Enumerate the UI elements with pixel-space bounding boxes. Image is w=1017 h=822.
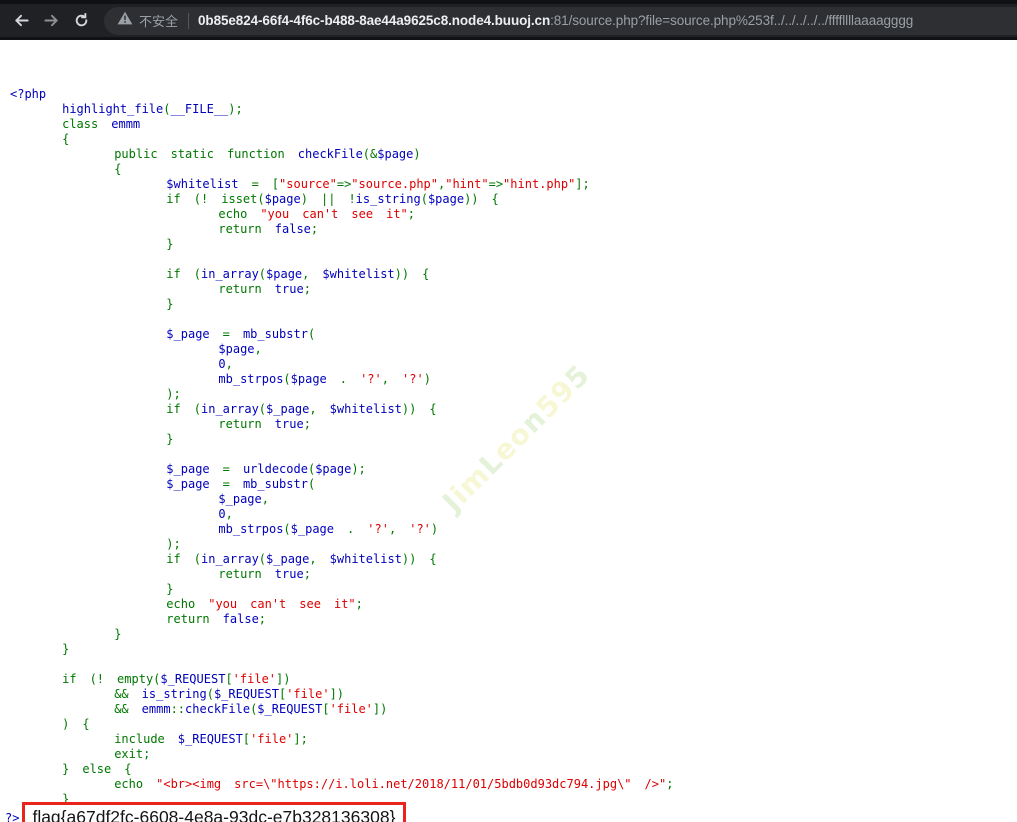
code-line: { [10, 132, 673, 147]
code-line: ); [10, 537, 673, 552]
address-bar[interactable]: 不安全 0b85e824-66f4-4f6c-b488-8ae44a9625c8… [104, 7, 1017, 35]
flag-text: flag{a67df2fc-6608-4e8a-93dc-e7b32813630… [32, 807, 395, 822]
security-chip[interactable]: 不安全 [117, 11, 178, 30]
url-path: :81/source.php?file=source.php%253f../..… [550, 13, 913, 28]
code-line: mb_strpos($_page . '?', '?') [10, 522, 673, 537]
code-line: return true; [10, 417, 673, 432]
php-output-row: ?> flag{a67df2fc-6608-4e8a-93dc-e7b32813… [0, 802, 406, 822]
code-line: mb_strpos($page . '?', '?') [10, 372, 673, 387]
reload-button[interactable] [66, 6, 96, 36]
page-content: <?php highlight_file(__FILE__); class em… [0, 40, 1017, 822]
refresh-icon [73, 12, 90, 29]
flag-annotation-box: flag{a67df2fc-6608-4e8a-93dc-e7b32813630… [22, 802, 406, 822]
code-line: if (! empty($_REQUEST['file']) [10, 672, 673, 687]
code-line: $_page = mb_substr( [10, 327, 673, 342]
code-line: class emmm [10, 117, 673, 132]
code-line: echo "you can't see it"; [10, 597, 673, 612]
code-line: $_page = mb_substr( [10, 477, 673, 492]
code-line: && is_string($_REQUEST['file']) [10, 687, 673, 702]
code-line: ); [10, 387, 673, 402]
code-line: include $_REQUEST['file']; [10, 732, 673, 747]
code-line [10, 312, 673, 327]
code-line: <?php [10, 87, 673, 102]
chip-separator [188, 13, 189, 29]
code-line: } [10, 642, 673, 657]
back-button[interactable] [6, 6, 36, 36]
code-line [10, 447, 673, 462]
php-close-tag: ?> [5, 811, 19, 822]
code-line: if (! isset($page) || !is_string($page))… [10, 192, 673, 207]
url-domain: 0b85e824-66f4-4f6c-b488-8ae44a9625c8.nod… [198, 13, 550, 28]
code-line: } [10, 627, 673, 642]
code-line: 0, [10, 357, 673, 372]
code-line: } [10, 432, 673, 447]
code-line: exit; [10, 747, 673, 762]
code-line: $page, [10, 342, 673, 357]
arrow-right-icon [43, 12, 60, 29]
code-line: } [10, 297, 673, 312]
code-line: $whitelist = ["source"=>"source.php","hi… [10, 177, 673, 192]
code-line: if (in_array($_page, $whitelist)) { [10, 552, 673, 567]
code-line: } else { [10, 762, 673, 777]
code-line: public static function checkFile(&$page) [10, 147, 673, 162]
code-line: ) { [10, 717, 673, 732]
code-line: if (in_array($_page, $whitelist)) { [10, 402, 673, 417]
arrow-left-icon [13, 12, 30, 29]
code-line: return true; [10, 567, 673, 582]
code-line: $_page = urldecode($page); [10, 462, 673, 477]
php-code: <?php highlight_file(__FILE__); class em… [10, 87, 673, 807]
code-line: 0, [10, 507, 673, 522]
code-line: highlight_file(__FILE__); [10, 102, 673, 117]
code-line: return false; [10, 222, 673, 237]
code-line: return true; [10, 282, 673, 297]
code-line: return false; [10, 612, 673, 627]
forward-button[interactable] [36, 6, 66, 36]
warning-triangle-icon [117, 11, 133, 30]
code-line: && emmm::checkFile($_REQUEST['file']) [10, 702, 673, 717]
code-line: } [10, 582, 673, 597]
code-line: if (in_array($page, $whitelist)) { [10, 267, 673, 282]
code-line [10, 657, 673, 672]
security-label: 不安全 [139, 11, 178, 30]
code-line: { [10, 162, 673, 177]
code-line: } [10, 237, 673, 252]
code-line [10, 252, 673, 267]
code-line: echo "you can't see it"; [10, 207, 673, 222]
url-text: 0b85e824-66f4-4f6c-b488-8ae44a9625c8.nod… [198, 13, 913, 28]
code-line: echo "<br><img src=\"https://i.loli.net/… [10, 777, 673, 792]
browser-toolbar: 不安全 0b85e824-66f4-4f6c-b488-8ae44a9625c8… [0, 0, 1017, 40]
code-line: $_page, [10, 492, 673, 507]
